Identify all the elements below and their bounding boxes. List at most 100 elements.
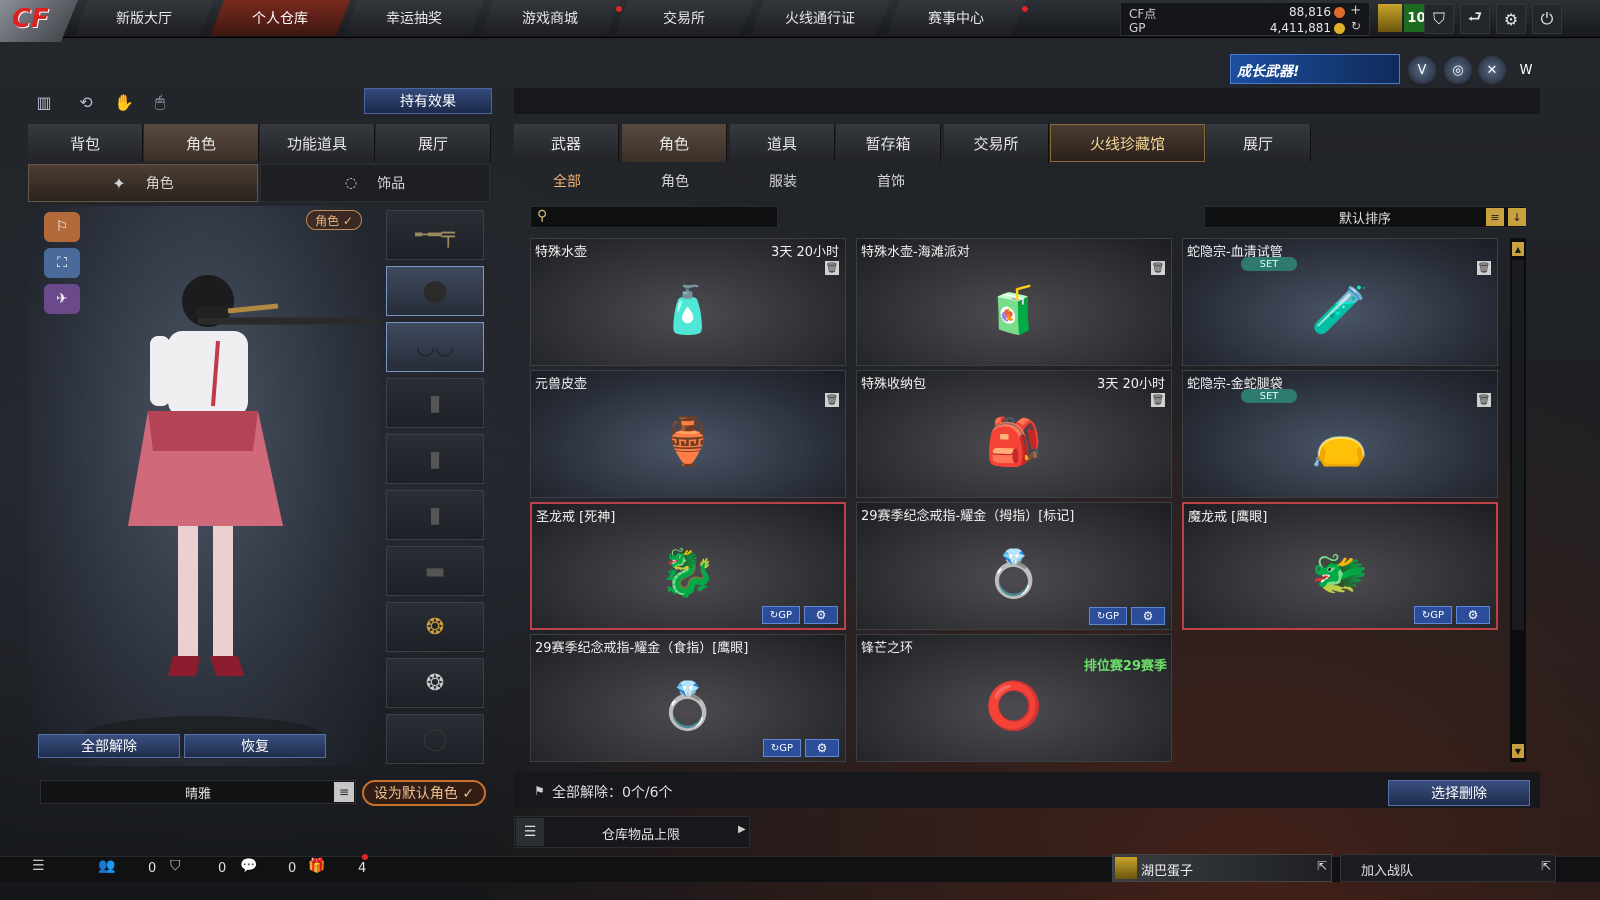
slot-goggles[interactable]: ◡◡ [386,322,484,372]
right-subtab-3[interactable]: 首饰 [846,170,936,192]
tab-showroom[interactable]: 展厅 [376,124,491,162]
right-tab-4[interactable]: 交易所 [944,124,1049,162]
slot-bag[interactable]: ▮ [386,490,484,540]
nav-item-6[interactable]: 赛事中心 [886,0,1026,36]
slot-pouch[interactable]: ▬ [386,546,484,596]
right-subtab-1[interactable]: 角色 [630,170,720,192]
item-card[interactable]: 特殊水壶-海滩派对 🗑 🧃 [856,238,1172,366]
globe-icon[interactable]: ◎ [1444,56,1472,84]
gear-icon[interactable]: ⚙ [1456,606,1490,624]
trash-icon[interactable]: 🗑 [825,261,839,275]
shield-icon[interactable]: ⛉ [1424,4,1454,34]
gp-convert-icon[interactable]: ↻GP [762,606,800,624]
slot-ring-2[interactable]: ❂ [386,658,484,708]
gear-icon[interactable]: ⚙ [1496,4,1526,34]
right-tab-2[interactable]: 道具 [730,124,835,162]
list-icon[interactable]: ☰ [32,858,45,874]
nav-item-4[interactable]: 交易所 [614,0,754,36]
scroll-up-icon[interactable]: ▲ [1512,242,1524,256]
mask-icon[interactable]: ⛶ [44,248,80,278]
restore-button[interactable]: 恢复 [184,734,326,758]
list-view-icon[interactable]: ≡ [1486,208,1504,226]
gp-convert-icon[interactable]: ↻GP [763,739,801,757]
slot-ring-3[interactable]: ◯ [386,714,484,764]
nav-item-5[interactable]: 火线通行证 [750,0,890,36]
item-card[interactable]: 特殊收纳包 3天 20小时 🗑 🎒 [856,370,1172,498]
wing-w-icon[interactable]: W [1512,56,1540,84]
item-card[interactable]: 元兽皮壶 🗑 🏺 [530,370,846,498]
select-delete-button[interactable]: 选择删除 [1388,780,1530,806]
subtab-accessory[interactable]: ◌ 饰品 [260,164,490,202]
nav-item-1[interactable]: 个人仓库 [210,0,350,36]
stats-icon[interactable]: ▥ [30,88,58,116]
sort-select[interactable]: 默认排序 [1204,206,1526,228]
open-external-icon[interactable]: ⇱ [1541,859,1551,873]
wing-icon[interactable]: ✈ [44,284,80,314]
list-menu-icon[interactable]: ≡ [334,782,354,802]
faction-icon[interactable]: ⚐ [44,212,80,242]
mouse-icon[interactable]: 🖱 [146,88,174,116]
slot-weapon[interactable]: ╾━╤ [386,210,484,260]
tab-character[interactable]: 角色 [144,124,259,162]
slot-ring-1[interactable]: ❂ [386,602,484,652]
chat-icon[interactable]: 💬 [240,858,257,874]
emblem-v-icon[interactable]: V [1408,56,1436,84]
right-tab-1[interactable]: 角色 [622,124,727,162]
role-tag[interactable]: 角色 ✓ [306,210,362,230]
item-card[interactable]: 特殊水壶 3天 20小时 🗑 🧴 [530,238,846,366]
nav-item-2[interactable]: 幸运抽奖 [344,0,484,36]
pose-icon[interactable]: ✋ [110,88,138,116]
friends-icon[interactable]: 👥 [98,858,115,874]
nav-item-0[interactable]: 新版大厅 [74,0,214,36]
gear-icon[interactable]: ⚙ [804,606,838,624]
power-icon[interactable]: ⏻ [1532,4,1562,34]
scrollbar[interactable]: ▲ ▼ [1510,238,1526,762]
user-profile[interactable]: 湖巴蛋子 ⇱ [1112,854,1332,882]
add-cf-icon[interactable]: + [1350,3,1361,18]
scroll-down-icon[interactable]: ▼ [1512,744,1524,758]
item-card[interactable]: 魔龙戒 [鹰眼] 🐲 ↻GP ⚙ [1182,502,1498,630]
slot-helmet[interactable]: ⬤ [386,266,484,316]
slot-armor[interactable]: ▮ [386,434,484,484]
tab-backpack[interactable]: 背包 [28,124,143,162]
unequip-all-button[interactable]: 全部解除 [38,734,180,758]
nav-item-3[interactable]: 游戏商城 [480,0,620,36]
character-preview[interactable] [28,206,378,766]
trash-icon[interactable]: 🗑 [1477,261,1491,275]
gear-icon[interactable]: ⚙ [805,739,839,757]
return-icon[interactable]: ⮐ [1460,4,1490,34]
scroll-thumb[interactable] [1512,260,1524,630]
right-tab-0[interactable]: 武器 [514,124,619,162]
expand-arrow-icon[interactable]: ▶ [738,824,746,835]
right-tab-6[interactable]: 展厅 [1206,124,1311,162]
item-card[interactable]: 圣龙戒 [死神] 🐉 ↻GP ⚙ [530,502,846,630]
refresh-icon[interactable]: ↻ [1351,19,1361,33]
gift-icon[interactable]: 🎁 [308,858,325,874]
open-external-icon[interactable]: ⇱ [1317,859,1327,873]
item-card[interactable]: 29赛季纪念戒指-耀金（拇指）[标记] 💍 ↻GP ⚙ [856,502,1172,630]
right-tab-5[interactable]: 火线珍藏馆 [1050,124,1205,162]
gp-convert-icon[interactable]: ↻GP [1414,606,1452,624]
right-subtab-0[interactable]: 全部 [522,170,612,192]
slot-vest[interactable]: ▮ [386,378,484,428]
clan-shield-icon[interactable]: ⛉ [170,858,181,874]
right-tab-3[interactable]: 暂存箱 [836,124,941,162]
rotate-icon[interactable]: ⟲ [72,88,100,116]
gp-convert-icon[interactable]: ↻GP [1089,607,1127,625]
holding-effect-button[interactable]: 持有效果 [364,88,492,114]
right-subtab-2[interactable]: 服装 [738,170,828,192]
crossed-swords-icon[interactable]: ✕ [1478,56,1506,84]
trash-icon[interactable]: 🗑 [825,393,839,407]
set-default-character-button[interactable]: 设为默认角色 ✓ [362,780,486,806]
search-input[interactable]: ⚲ [530,206,778,228]
join-team[interactable]: 加入战队 ⇱ [1340,854,1556,882]
gear-icon[interactable]: ⚙ [1131,607,1165,625]
growth-weapon-banner[interactable]: 成长武器! [1230,54,1400,84]
sort-direction-icon[interactable]: ↓ [1508,208,1526,226]
trash-icon[interactable]: 🗑 [1151,393,1165,407]
item-card[interactable]: 蛇隐宗-血清试管 🗑 SET 🧪 [1182,238,1498,366]
tab-function-items[interactable]: 功能道具 [260,124,375,162]
trash-icon[interactable]: 🗑 [1477,393,1491,407]
item-card[interactable]: 锋芒之环 排位赛29赛季 ⭕ [856,634,1172,762]
item-card[interactable]: 29赛季纪念戒指-耀金（食指）[鹰眼] 💍 ↻GP ⚙ [530,634,846,762]
